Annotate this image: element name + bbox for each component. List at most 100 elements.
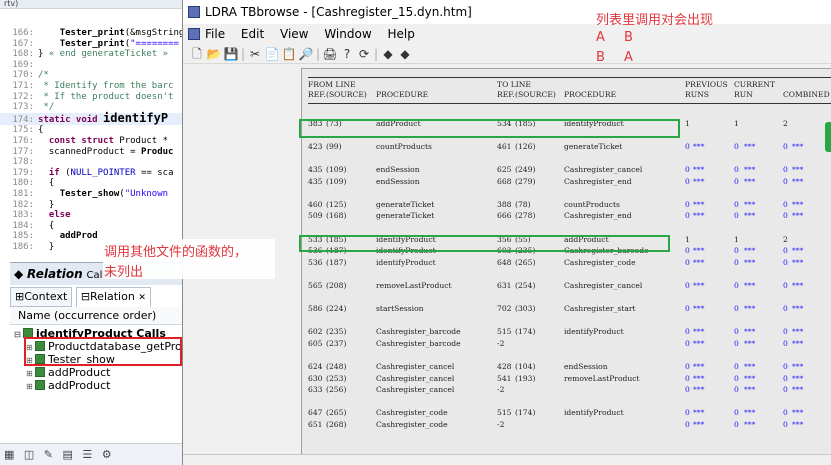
code-line: 181: Tester_show("Unknown [0,189,184,200]
toolbar-button-icon[interactable]: ✂ [247,44,263,64]
combined-stars: *** [792,373,804,383]
table-row[interactable]: 435 (109) endSession 625 (249) Cashregister_c… [308,164,831,176]
table-row[interactable]: 605 (237) Cashregister_barcode -2 0 0 0 *** *** *… [308,338,831,350]
toolbar-button-icon[interactable]: ◆ [380,44,396,64]
code-line: 177: scannedProduct = Produc [0,147,184,158]
toolbar-button-icon[interactable]: 💾 [223,44,239,64]
combined: 0 [783,246,788,256]
tab-context[interactable]: ⊞ Context [10,287,73,307]
combined: 0 [783,199,788,209]
menu-view[interactable]: View [280,27,308,41]
line-text: } [38,199,55,210]
to-ref: 625 [497,164,512,174]
line-text: scannedProduct = Produc [38,146,174,157]
combined-stars: *** [792,176,804,186]
from-procedure: identifyProduct [376,257,436,267]
code-line: 169: [0,60,184,71]
line-text: */ [38,102,55,113]
close-icon[interactable]: ✕ [138,289,146,307]
code-editor[interactable]: 166: Tester_print(&msgString 167: Tester_… [0,28,184,252]
previous-stars: *** [693,338,705,348]
table-row[interactable]: 647 (265) Cashregister_code 515 (174) identif… [308,407,831,419]
combined-stars: *** [792,420,804,430]
table-row[interactable]: 630 (253) Cashregister_cancel 541 (193) remov… [308,373,831,385]
menu-help[interactable]: Help [387,27,414,41]
previous-stars: *** [693,211,705,221]
line-text: Tester_print("======== [59,38,179,49]
to-source: (279) [515,176,536,186]
report-gap [308,396,831,408]
toolbar-button-icon[interactable]: 📂 [206,44,222,64]
header-previous: PREVIOUS [685,80,728,89]
to-ref: 388 [497,199,512,209]
line-number: 167: [12,38,34,49]
previous-stars: *** [693,164,705,174]
toolbar-button-icon[interactable]: 📋 [281,44,297,64]
line-number: 168: [12,49,34,60]
relation-tab-icon: ⊟ [80,290,91,303]
line-number: 177: [12,146,34,157]
menu-window[interactable]: Window [324,27,371,41]
table-row[interactable]: 651 (268) Cashregister_code -2 0 0 0 *** *** *** [308,419,831,431]
from-ref: 630 [308,373,323,383]
previous-stars: *** [693,280,705,290]
line-text: } [38,241,55,252]
code-line: 184: { [0,221,184,232]
header-from-line: FROM LINE [308,80,356,89]
toolbar-button-icon[interactable]: 🖨 [322,44,338,64]
menu-edit[interactable]: Edit [241,27,264,41]
to-ref: -2 [497,338,505,348]
combined: 2 [783,118,788,128]
previous-runs: 0 [685,246,690,256]
previous-stars: *** [693,304,705,314]
from-source: (253) [326,373,347,383]
left-bottom-toolbar[interactable]: ▦ ◫ ✎ ▤ ☰ ⚙ [0,443,184,465]
to-procedure: Cashregister_cancel [564,164,643,174]
expand-icon[interactable]: ⊞ [26,367,35,379]
from-procedure: startSession [376,304,424,314]
table-row[interactable]: 602 (235) Cashregister_barcode 515 (174) iden… [308,326,831,338]
current-stars: *** [744,408,756,418]
from-source: (268) [326,420,347,430]
menu-file[interactable]: File [205,27,225,41]
combined: 0 [783,304,788,314]
expand-icon[interactable]: ⊞ [26,380,35,392]
tab-relation[interactable]: ⊟ Relation ✕ [75,287,151,308]
table-row[interactable]: 509 (168) generateTicket 666 (278) Cashregist… [308,210,831,222]
to-source: (303) [515,304,536,314]
current-run: 0 [734,420,739,430]
current-stars: *** [744,420,756,430]
from-procedure: countProducts [376,141,432,151]
to-ref: 515 [497,408,512,418]
toolbar-button-icon[interactable]: ◆ [397,44,413,64]
code-line: 180: { [0,178,184,189]
from-source: (248) [326,362,347,372]
collapse-icon[interactable]: ⊟ [14,328,23,340]
from-procedure: Cashregister_cancel [376,362,455,372]
code-line: 183: else [0,210,184,221]
table-row[interactable]: 536 (187) identifyProduct 648 (265) Cashregis… [308,257,831,269]
toolbar-button-icon[interactable]: 🔎 [298,44,314,64]
combined: 0 [783,385,788,395]
table-row[interactable]: 435 (109) endSession 668 (279) Cashregister_e… [308,176,831,188]
window-title: LDRA TBbrowse - [Cashregister_15.dyn.htm… [205,5,472,19]
table-row[interactable]: 460 (125) generateTicket 388 (78) countProduc… [308,199,831,211]
toolbar-button-icon[interactable]: 🗋 [189,44,205,64]
line-text: else [48,210,71,221]
tree-item[interactable]: ⊞ addProduct [14,366,184,379]
toolbar-button-icon[interactable]: ? [339,44,355,64]
header-source: (SOURCE) [326,90,367,99]
current-run: 0 [734,199,739,209]
table-row[interactable]: 633 (256) Cashregister_cancel -2 0 0 0 *** *** **… [308,384,831,396]
table-row[interactable]: 586 (224) startSession 702 (303) Cashregister… [308,303,831,315]
table-row[interactable]: 565 (208) removeLastProduct 631 (254) Cashreg… [308,280,831,292]
scroll-indicator[interactable] [825,122,831,152]
to-ref: 666 [497,211,512,221]
tree-item[interactable]: ⊞ addProduct [14,379,184,392]
table-row[interactable]: 423 (99) countProducts 461 (126) generateTick… [308,141,831,153]
table-row[interactable]: 624 (248) Cashregister_cancel 428 (104) endSe… [308,361,831,373]
to-ref: 631 [497,280,512,290]
toolbar-button-icon[interactable]: ⟳ [356,44,372,64]
previous-runs: 0 [685,408,690,418]
toolbar-button-icon[interactable]: 📄 [264,44,280,64]
